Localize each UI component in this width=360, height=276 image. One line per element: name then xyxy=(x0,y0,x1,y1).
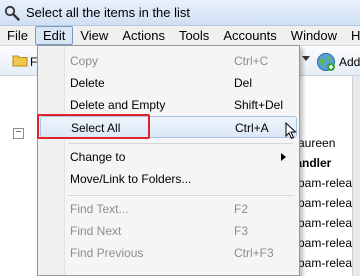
menu-item-move-link[interactable]: Move/Link to Folders... xyxy=(40,168,297,190)
menu-bar: File Edit View Actions Tools Accounts Wi… xyxy=(0,26,360,46)
menu-file[interactable]: File xyxy=(0,26,35,46)
chevron-right-icon xyxy=(281,153,286,161)
chevron-down-icon[interactable] xyxy=(302,56,310,62)
menu-item-find-text[interactable]: Find Text... F2 xyxy=(40,198,297,220)
tree-collapse-toggle[interactable]: − xyxy=(13,128,24,139)
menu-actions[interactable]: Actions xyxy=(115,26,172,46)
menu-help[interactable]: Help xyxy=(344,26,360,46)
menu-item-change-to[interactable]: Change to xyxy=(40,146,297,168)
menu-separator xyxy=(68,195,293,196)
menu-view[interactable]: View xyxy=(73,26,115,46)
title-bar: Select all the items in the list xyxy=(0,0,360,26)
globe-icon[interactable] xyxy=(316,52,336,72)
menu-item-find-next[interactable]: Find Next F3 xyxy=(40,220,297,242)
magnifier-icon xyxy=(4,5,20,21)
folder-icon[interactable] xyxy=(12,53,28,67)
menu-item-find-previous[interactable]: Find Previous Ctrl+F3 xyxy=(40,242,297,264)
menu-item-delete[interactable]: Delete Del xyxy=(40,72,297,94)
edit-menu-dropdown: Copy Ctrl+C Delete Del Delete and Empty … xyxy=(37,45,300,276)
mouse-cursor-icon xyxy=(285,122,297,140)
menu-tools[interactable]: Tools xyxy=(172,26,216,46)
menu-edit[interactable]: Edit xyxy=(34,26,74,45)
menu-separator xyxy=(68,143,293,144)
window-title: Select all the items in the list xyxy=(26,5,191,20)
scrollbar[interactable] xyxy=(352,76,360,276)
menu-item-copy[interactable]: Copy Ctrl+C xyxy=(40,50,297,72)
add-label[interactable]: Add xyxy=(339,55,360,69)
menu-window[interactable]: Window xyxy=(284,26,344,46)
menu-accounts[interactable]: Accounts xyxy=(216,26,283,46)
menu-item-delete-and-empty[interactable]: Delete and Empty Shift+Del xyxy=(40,94,297,116)
annotation-highlight-box xyxy=(37,114,150,139)
